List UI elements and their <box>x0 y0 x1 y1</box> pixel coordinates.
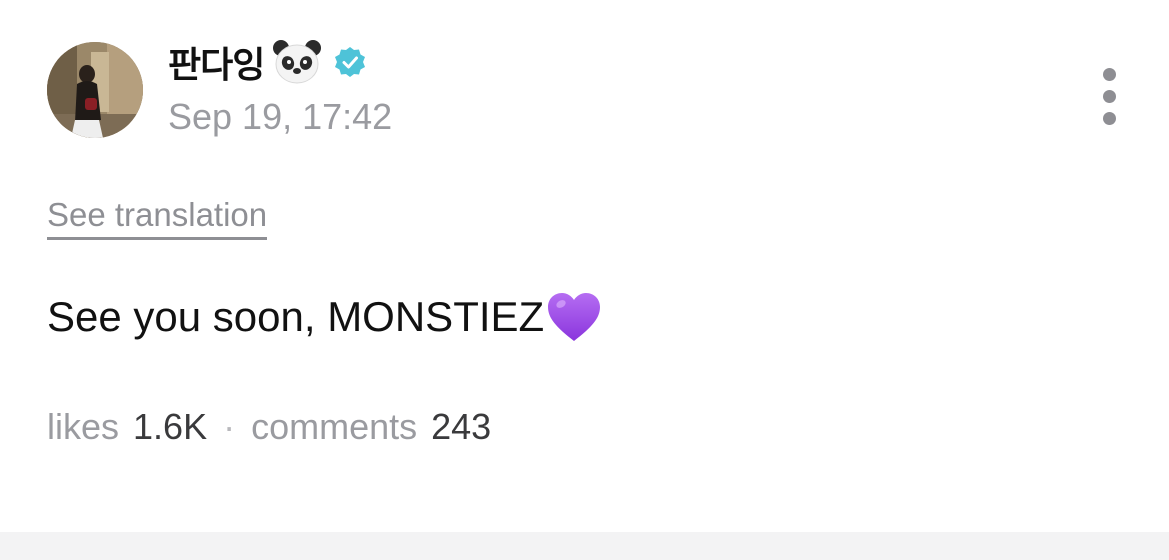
likes-count[interactable]: likes 1.6K <box>47 405 207 449</box>
vertical-ellipsis-icon <box>1103 68 1116 81</box>
post-stats: likes 1.6K · comments 243 <box>47 405 491 449</box>
purple-heart-icon <box>548 293 601 341</box>
more-options-button[interactable] <box>1090 64 1130 130</box>
post-body: See you soon, MONSTIEZ <box>47 288 602 346</box>
comments-label: comments <box>251 406 418 447</box>
author-row: 판다잉 <box>168 36 366 88</box>
section-divider <box>0 532 1169 560</box>
vertical-ellipsis-icon <box>1103 112 1116 125</box>
stats-separator: · <box>223 406 236 447</box>
likes-value: 1.6K <box>133 406 208 447</box>
comments-value: 243 <box>431 406 492 447</box>
post-text: See you soon, MONSTIEZ <box>47 293 545 340</box>
likes-label: likes <box>47 406 120 447</box>
vertical-ellipsis-icon <box>1103 90 1116 103</box>
author-name[interactable]: 판다잉 <box>168 36 265 88</box>
profile-photo <box>47 42 143 138</box>
post-card: 판다잉 Sep 19, 17:42 See translation See yo… <box>0 0 1169 532</box>
post-timestamp: Sep 19, 17:42 <box>168 96 393 137</box>
avatar[interactable] <box>47 42 143 138</box>
see-translation-link[interactable]: See translation <box>47 195 268 240</box>
panda-face-icon <box>273 40 322 84</box>
verified-badge-icon <box>335 47 366 77</box>
comments-count[interactable]: comments 243 <box>251 405 491 449</box>
